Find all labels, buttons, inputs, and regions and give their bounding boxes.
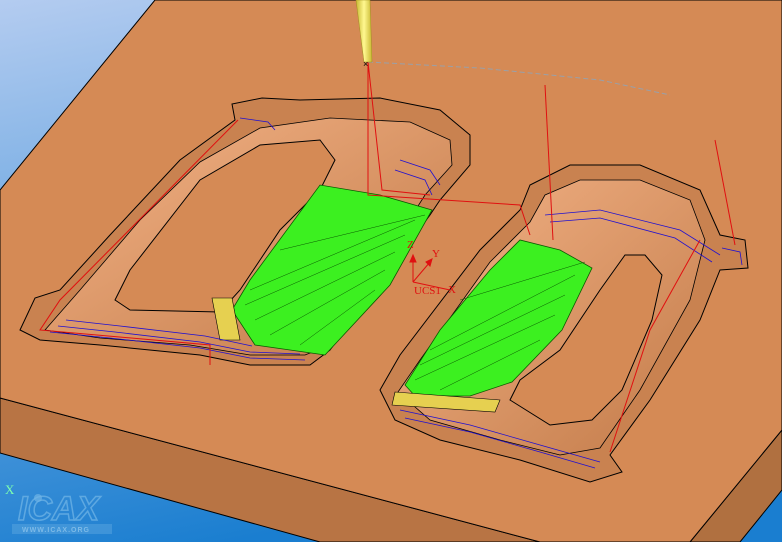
icax-logo: ICAX WWW.ICAX.ORG bbox=[12, 489, 112, 534]
scene: × Z Y X UCS1 X ICAX WWW.ICAX.ORG bbox=[0, 0, 782, 542]
ucs-y-label: Y bbox=[432, 248, 440, 260]
cam-3d-viewport[interactable]: × Z Y X UCS1 X ICAX WWW.ICAX.ORG bbox=[0, 0, 782, 542]
world-x-axis-label: X bbox=[5, 482, 15, 497]
ucs-label: UCS1 bbox=[414, 285, 441, 297]
ucs-z-label: Z bbox=[407, 239, 414, 251]
ucs-x-label: X bbox=[448, 284, 456, 296]
svg-text:WWW.ICAX.ORG: WWW.ICAX.ORG bbox=[22, 527, 90, 534]
svg-text:×: × bbox=[363, 59, 368, 69]
svg-text:ICAX: ICAX bbox=[18, 490, 102, 528]
